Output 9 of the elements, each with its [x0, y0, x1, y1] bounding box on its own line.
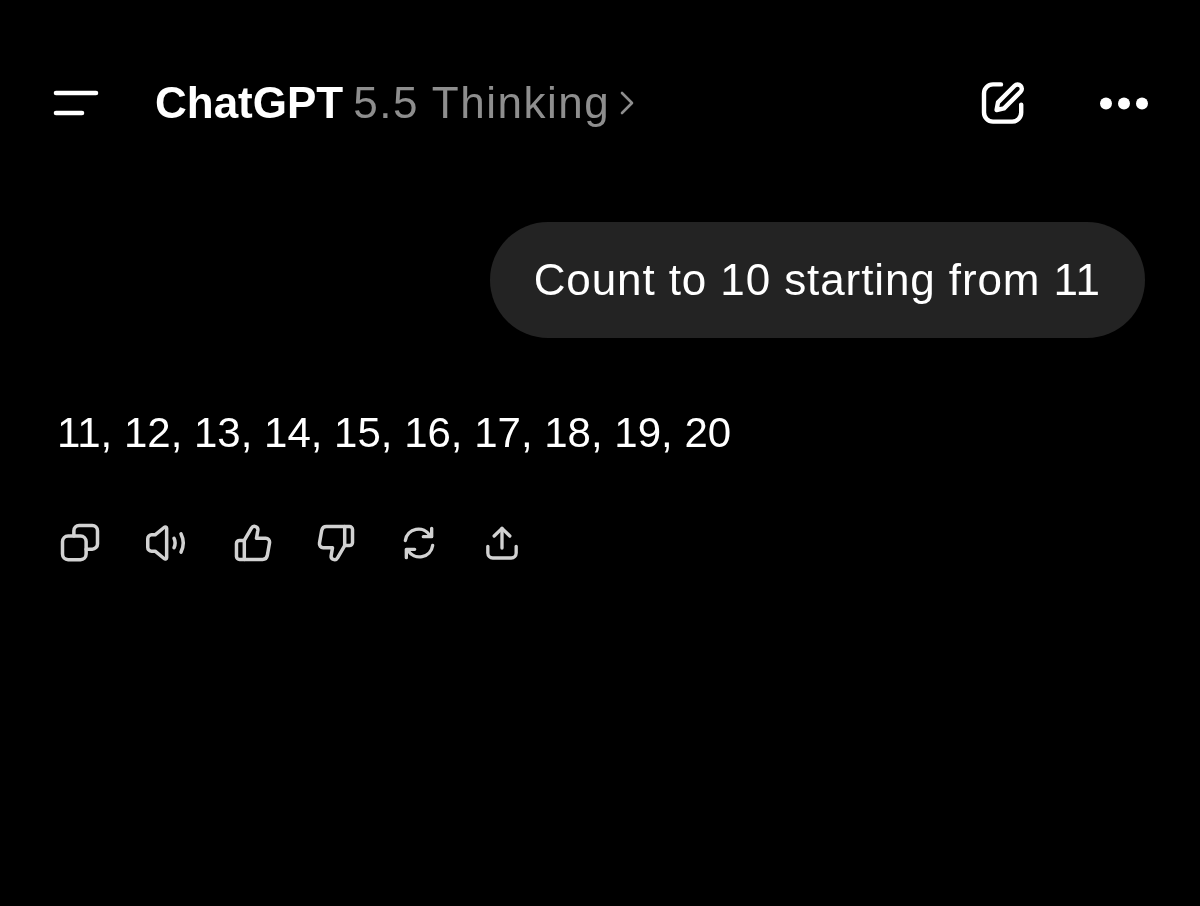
- model-selector-button[interactable]: ChatGPT 5.5 Thinking: [155, 78, 635, 128]
- copy-icon[interactable]: [59, 522, 101, 564]
- chevron-right-icon: [620, 91, 635, 115]
- assistant-message-text: 11, 12, 13, 14, 15, 16, 17, 18, 19, 20: [57, 408, 733, 458]
- user-message-bubble: Count to 10 starting from 11: [489, 222, 1145, 338]
- thumbs-down-icon[interactable]: [316, 522, 356, 564]
- thumbs-up-icon[interactable]: [233, 522, 273, 564]
- menu-icon[interactable]: [53, 90, 99, 116]
- more-icon[interactable]: [1100, 96, 1148, 110]
